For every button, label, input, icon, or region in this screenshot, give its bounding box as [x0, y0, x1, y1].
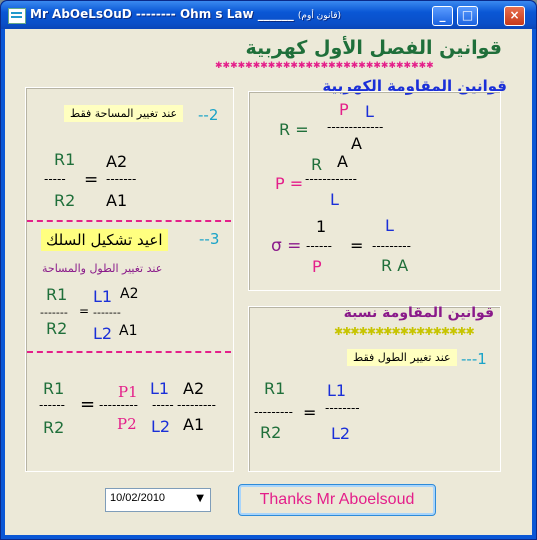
diamond-divider: ✱✱✱✱✱✱✱✱✱✱✱✱✱✱✱✱✱ [334, 325, 475, 338]
title-bar[interactable]: Mr AbOeLsOuD -------- Ohm s Law ______ (… [1, 1, 536, 29]
ratio-equals: = [303, 403, 317, 422]
full-line-b: --------- [99, 398, 138, 412]
equals-sign: = [350, 236, 364, 255]
case2-line-left: ----- [44, 172, 66, 186]
date-value: 10/02/2010 [110, 492, 166, 504]
L1-symbol: L1 [327, 381, 347, 400]
rho-symbol: P [339, 100, 349, 119]
case2-label: عند تغيير المساحة فقط [64, 105, 184, 122]
case1-number: ---1 [461, 350, 487, 368]
L-symbol-2: L [330, 190, 339, 209]
app-window: Mr AbOeLsOuD -------- Ohm s Law ______ (… [0, 0, 537, 540]
main-title: قوانين الفصل الأول كهربية [245, 37, 502, 59]
L2-symbol: L2 [331, 424, 351, 443]
case3-L2: L2 [93, 324, 113, 343]
divider-2 [27, 351, 231, 353]
case2-R2: R2 [54, 191, 76, 210]
window-title: Mr AbOeLsOuD -------- Ohm s Law ______ (… [30, 7, 341, 21]
full-line-c: ----- [152, 398, 174, 412]
ratio-panel: قوانين المقاومة نسبة ✱✱✱✱✱✱✱✱✱✱✱✱✱✱✱✱✱ ع… [248, 305, 501, 472]
case3-R2: R2 [46, 319, 68, 338]
close-button[interactable]: × [504, 6, 525, 26]
fraction-line-3: ------ [306, 239, 332, 253]
case2-A1: A1 [106, 191, 128, 210]
case2-number: --2 [198, 106, 219, 124]
RA-symbol: R A [381, 256, 409, 275]
app-icon [8, 8, 26, 24]
date-picker[interactable]: 10/02/2010 ▼ [105, 488, 211, 512]
resistance-formulas-panel: R = P L ------------- A R A P = --------… [248, 91, 501, 291]
case3-R1: R1 [46, 285, 68, 304]
stars-divider: ✱✱✱✱✱✱✱✱✱✱✱✱✱✱✱✱✱✱✱✱✱✱✱✱✱✱✱✱✱ [215, 61, 434, 71]
case3-equals: = [79, 304, 90, 318]
full-line-d: --------- [177, 398, 216, 412]
dropdown-arrow-icon[interactable]: ▼ [196, 493, 204, 504]
R-equals: R = [279, 120, 309, 139]
R1-symbol: R1 [264, 379, 286, 398]
client-area: قوانين الفصل الأول كهربية ✱✱✱✱✱✱✱✱✱✱✱✱✱✱… [5, 29, 532, 535]
full-R2: R2 [43, 418, 65, 437]
L-symbol: L [365, 102, 374, 121]
full-L2: L2 [151, 417, 171, 436]
case3-A1: A1 [119, 323, 138, 339]
case3-number: --3 [199, 230, 220, 248]
ratio-line-right: -------- [325, 401, 360, 415]
full-P2: P2 [117, 415, 137, 433]
case1-label: عند تغيير الطول فقط [347, 349, 457, 366]
sigma-equals: σ = [271, 236, 302, 256]
case2-line-right: ------- [106, 172, 137, 186]
case3-L1: L1 [93, 287, 113, 306]
case2-R1: R1 [54, 150, 76, 169]
full-A2: A2 [183, 379, 205, 398]
case3-line-right: ------- [93, 306, 121, 319]
case3-label: اعيد تشكيل السلك [41, 229, 168, 251]
R2-symbol: R2 [260, 423, 282, 442]
one-symbol: 1 [316, 217, 327, 236]
ratio-line-left: --------- [254, 405, 293, 419]
L-symbol-3: L [385, 216, 394, 235]
rho-symbol-3: P [312, 257, 322, 276]
window-title-text: Mr AbOeLsOuD -------- Ohm s Law ______ [30, 7, 294, 21]
case2-A2: A2 [106, 152, 128, 171]
fraction-line-2: ------------ [305, 172, 357, 186]
divider-1 [27, 220, 231, 222]
fraction-line-4: --------- [372, 239, 411, 253]
case3-sublabel: عند تغيير الطول والمساحة [42, 262, 163, 275]
thanks-button[interactable]: Thanks Mr Aboelsoud [238, 484, 436, 516]
full-L1: L1 [150, 379, 170, 398]
window-title-arabic: (قانون أوم) [297, 11, 342, 21]
A-symbol-2: A [337, 152, 348, 171]
full-equals: = [80, 394, 96, 415]
case2-equals: = [84, 170, 99, 190]
fraction-line-1: ------------- [327, 120, 384, 134]
ratio-title: قوانين المقاومة نسبة [343, 305, 494, 321]
rho-equals: P = [275, 174, 304, 193]
maximize-button[interactable]: □ [457, 6, 478, 26]
A-symbol: A [351, 134, 362, 153]
full-line-a: ------ [39, 398, 65, 412]
minimize-button[interactable]: _ [432, 6, 453, 26]
full-R1: R1 [43, 379, 65, 398]
case3-A2: A2 [120, 286, 139, 302]
full-A1: A1 [183, 415, 205, 434]
case3-line-left: ------- [40, 306, 68, 319]
